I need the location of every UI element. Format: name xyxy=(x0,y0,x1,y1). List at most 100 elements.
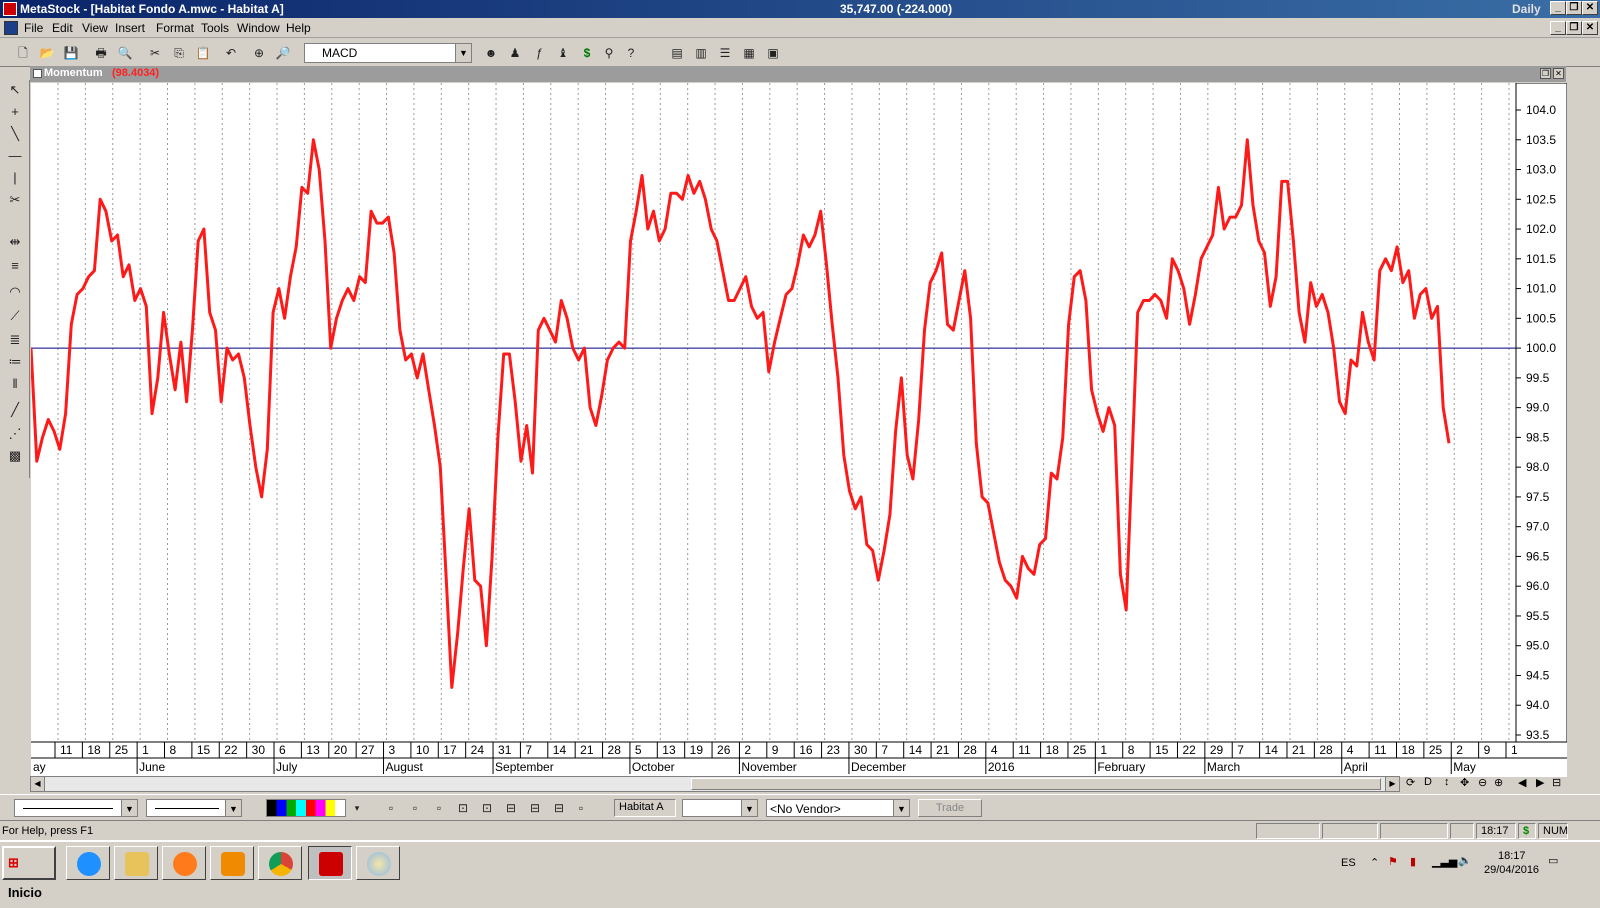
tray-expand-icon[interactable]: ⌃ xyxy=(1370,856,1379,869)
paste-icon[interactable]: 📋 xyxy=(194,44,212,62)
tray-clock-date[interactable]: 29/04/2016 xyxy=(1484,864,1539,876)
line-weight-combo[interactable]: ▼ xyxy=(146,799,242,817)
fibonacci-icon[interactable]: ≣ xyxy=(5,332,25,350)
indicator-combo[interactable]: MACD ▼ xyxy=(304,43,472,63)
cut-icon[interactable]: ✂ xyxy=(146,44,164,62)
taskbar-chrome[interactable] xyxy=(258,846,302,880)
vertical-line-icon[interactable]: | xyxy=(5,170,25,188)
menu-window[interactable]: Window xyxy=(237,21,280,35)
copy-icon[interactable]: ⎘ xyxy=(170,44,188,62)
arc-icon[interactable]: ◠ xyxy=(5,284,25,302)
retracement-icon[interactable]: ≔ xyxy=(5,354,25,372)
metastock-app-icon[interactable] xyxy=(3,2,17,16)
pane-icon[interactable] xyxy=(33,69,42,78)
pane-restore-icon[interactable]: ❐ xyxy=(1540,68,1551,79)
split-icon[interactable]: ⇹ xyxy=(5,234,25,252)
style-b-icon[interactable]: ▫ xyxy=(406,799,424,817)
language-indicator[interactable]: ES xyxy=(1341,857,1356,869)
chevron-down-icon[interactable]: ▼ xyxy=(121,800,137,816)
pointer-icon[interactable]: ↖ xyxy=(5,82,25,100)
daily-toggle-icon[interactable]: D xyxy=(1424,776,1432,788)
scissors-icon[interactable]: ✂ xyxy=(5,192,25,210)
fan-icon[interactable]: ⟋ xyxy=(5,308,25,326)
pane-close-icon[interactable]: ✕ xyxy=(1553,68,1564,79)
undo-icon[interactable]: ↶ xyxy=(222,44,240,62)
print-preview-icon[interactable]: 🔍 xyxy=(116,44,134,62)
menu-tools[interactable]: Tools xyxy=(201,21,229,35)
explorer-icon[interactable]: ⚲ xyxy=(600,44,618,62)
cycle-lines-icon[interactable]: ‖ xyxy=(5,376,25,394)
dollar-icon[interactable]: $ xyxy=(578,44,596,62)
show-desktop-icon[interactable]: ▭ xyxy=(1548,854,1558,867)
volume-icon[interactable]: 🔈 xyxy=(1458,854,1472,867)
network-icon[interactable]: ▁▃▅ xyxy=(1432,855,1457,868)
style-a-icon[interactable]: ▫ xyxy=(382,799,400,817)
context-help-icon[interactable]: ? xyxy=(622,44,640,62)
zoom-in-icon[interactable]: ⊕ xyxy=(1494,776,1503,789)
advisor-icon[interactable]: ♟ xyxy=(506,44,524,62)
scroll-left-icon[interactable]: ◀ xyxy=(31,777,45,791)
vendor-combo[interactable]: <No Vendor> ▼ xyxy=(766,799,910,817)
minimize-icon[interactable]: _ xyxy=(1550,1,1566,15)
pattern-icon[interactable]: ▩ xyxy=(5,448,25,466)
gann-fan-icon[interactable]: ⋰ xyxy=(5,426,25,444)
arrange-icon[interactable]: ▣ xyxy=(764,44,782,62)
move-icon[interactable]: ✥ xyxy=(1460,776,1469,789)
cascade-icon[interactable]: ▤ xyxy=(668,44,686,62)
scroll-thumb[interactable] xyxy=(691,778,1381,790)
taskbar-metastock[interactable] xyxy=(308,846,352,880)
data-window-icon[interactable]: ⊟ xyxy=(1552,776,1561,789)
new-icon[interactable]: 🗋 xyxy=(14,44,32,62)
taskbar-file-explorer[interactable] xyxy=(114,846,158,880)
zoom-out-icon[interactable]: ⊖ xyxy=(1478,776,1487,789)
style-c-icon[interactable]: ▫ xyxy=(430,799,448,817)
tile-horizontal-icon[interactable]: ☰ xyxy=(716,44,734,62)
color-palette[interactable] xyxy=(266,799,346,817)
chevron-down-icon[interactable]: ▼ xyxy=(455,44,471,62)
menu-view[interactable]: View xyxy=(82,21,108,35)
doc-close-icon[interactable]: ✕ xyxy=(1582,21,1598,35)
nav-right-icon[interactable]: ▶ xyxy=(1536,776,1544,789)
menu-edit[interactable]: Edit xyxy=(52,21,73,35)
doc-minimize-icon[interactable]: _ xyxy=(1550,21,1566,35)
save-icon[interactable]: 💾 xyxy=(62,44,80,62)
refresh-icon[interactable]: ⟳ xyxy=(1406,776,1415,789)
battery-icon[interactable]: ▮ xyxy=(1410,855,1416,868)
nav-left-icon[interactable]: ◀ xyxy=(1518,776,1526,789)
menu-help[interactable]: Help xyxy=(286,21,311,35)
zoom-icon[interactable]: 🔎 xyxy=(274,44,292,62)
print-icon[interactable]: 🖶 xyxy=(92,44,110,62)
palette-chevron-icon[interactable]: ▾ xyxy=(348,799,366,817)
chevron-down-icon[interactable]: ▼ xyxy=(893,800,909,816)
taskbar-media-player[interactable] xyxy=(210,846,254,880)
scale-icon[interactable]: ↕ xyxy=(1444,776,1450,788)
start-button[interactable]: ⊞ Inicio xyxy=(2,846,56,900)
horizontal-line-icon[interactable]: — xyxy=(5,148,25,166)
security-combo[interactable]: ▼ xyxy=(682,799,758,817)
style-e-icon[interactable]: ⊡ xyxy=(478,799,496,817)
trendline-icon[interactable]: ╲ xyxy=(5,126,25,144)
momentum-chart[interactable]: 11 18 25 1 8 15 22 30 6 13 20 27 3 10 17 24 31 7 14 21 28 5 13… xyxy=(31,83,1567,777)
menu-file[interactable]: File xyxy=(24,21,43,35)
menu-format[interactable]: Format xyxy=(156,21,194,35)
taskbar-paint[interactable] xyxy=(356,846,400,880)
style-f-icon[interactable]: ⊟ xyxy=(502,799,520,817)
close-icon[interactable]: ✕ xyxy=(1582,1,1598,15)
scroll-right-icon[interactable]: ▶ xyxy=(1385,777,1399,791)
formula-icon[interactable]: ƒ xyxy=(530,44,548,62)
expert-icon[interactable]: ☻ xyxy=(482,44,500,62)
system-tester-icon[interactable]: ♝ xyxy=(554,44,572,62)
menu-insert[interactable]: Insert xyxy=(115,21,145,35)
crosshair-icon[interactable]: ⊕ xyxy=(250,44,268,62)
doc-restore-icon[interactable]: ❐ xyxy=(1566,21,1582,35)
cross-icon[interactable]: + xyxy=(5,104,25,122)
style-g-icon[interactable]: ⊟ xyxy=(526,799,544,817)
open-icon[interactable]: 📂 xyxy=(38,44,56,62)
chevron-down-icon[interactable]: ▼ xyxy=(225,800,241,816)
line-style-combo[interactable]: ▼ xyxy=(14,799,138,817)
flag-icon[interactable]: ⚑ xyxy=(1388,855,1398,868)
grid-icon[interactable]: ▦ xyxy=(740,44,758,62)
chevron-down-icon[interactable]: ▼ xyxy=(741,800,757,816)
taskbar-internet-explorer[interactable] xyxy=(66,846,110,880)
style-d-icon[interactable]: ⊡ xyxy=(454,799,472,817)
